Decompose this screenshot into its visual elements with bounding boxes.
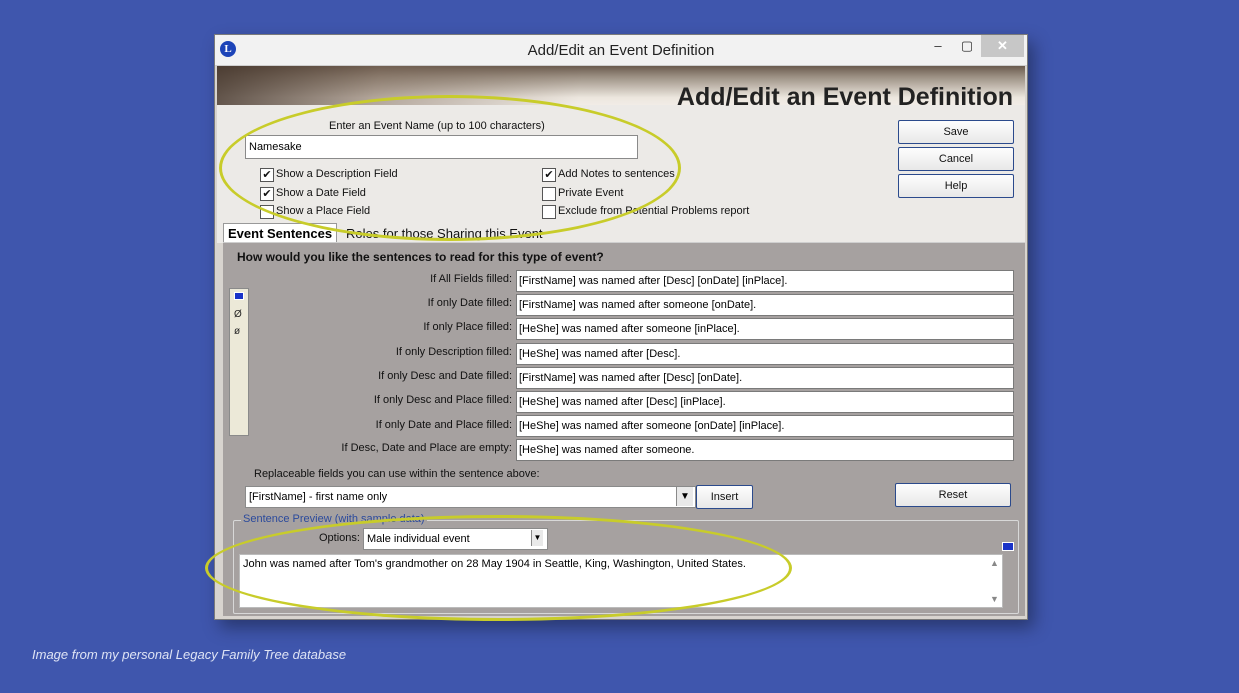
show-date-checkbox[interactable]: ✔ xyxy=(260,187,274,201)
exclude-problems-checkbox[interactable] xyxy=(542,205,556,219)
row-label-place: If only Place filled: xyxy=(423,321,512,333)
add-notes-checkbox[interactable]: ✔ xyxy=(542,168,556,182)
show-place-checkbox[interactable] xyxy=(260,205,274,219)
title-bar: L Add/Edit an Event Definition – ▢ ✕ xyxy=(215,35,1027,66)
insert-button[interactable]: Insert xyxy=(696,485,753,509)
options-label: Options: xyxy=(319,532,360,544)
row-label-desc-date: If only Desc and Date filled: xyxy=(378,370,512,382)
close-button[interactable]: ✕ xyxy=(981,35,1024,57)
small-null-symbol-icon[interactable]: ø xyxy=(234,326,240,337)
window-title: Add/Edit an Event Definition xyxy=(527,42,715,59)
maximize-button[interactable]: ▢ xyxy=(952,35,982,57)
add-notes-label: Add Notes to sentences xyxy=(558,168,675,180)
event-definition-window: L Add/Edit an Event Definition – ▢ ✕ Add… xyxy=(214,34,1028,620)
options-dropdown-icon[interactable]: ▼ xyxy=(531,530,543,546)
show-place-label: Show a Place Field xyxy=(276,205,371,217)
sentence-input-desc-date[interactable]: [FirstName] was named after [Desc] [onDa… xyxy=(516,367,1014,389)
cancel-button[interactable]: Cancel xyxy=(898,147,1014,171)
show-description-label: Show a Description Field xyxy=(276,168,398,180)
null-symbol-icon[interactable]: Ø xyxy=(234,309,242,320)
blue-square-icon[interactable] xyxy=(234,292,244,300)
row-label-description: If only Description filled: xyxy=(395,346,512,358)
sentence-input-empty[interactable]: [HeShe] was named after someone. xyxy=(516,439,1014,461)
row-label-all: If All Fields filled: xyxy=(430,273,512,285)
image-caption: Image from my personal Legacy Family Tre… xyxy=(32,647,347,662)
sentence-preview-text: John was named after Tom's grandmother o… xyxy=(239,554,1003,608)
private-event-checkbox[interactable] xyxy=(542,187,556,201)
row-label-empty: If Desc, Date and Place are empty: xyxy=(341,442,512,454)
preview-toggle-icon[interactable] xyxy=(1002,542,1014,551)
options-select[interactable]: Male individual event xyxy=(363,528,548,550)
event-name-label: Enter an Event Name (up to 100 character… xyxy=(329,120,545,132)
sentence-input-date[interactable]: [FirstName] was named after someone [onD… xyxy=(516,294,1014,316)
private-event-label: Private Event xyxy=(558,187,624,199)
minimize-button[interactable]: – xyxy=(923,35,953,57)
row-label-date: If only Date filled: xyxy=(427,297,512,309)
scroll-down-icon[interactable]: ▼ xyxy=(990,594,999,604)
page-title: Add/Edit an Event Definition xyxy=(676,83,1013,111)
save-button[interactable]: Save xyxy=(898,120,1014,144)
show-description-checkbox[interactable]: ✔ xyxy=(260,168,274,182)
sentence-input-date-place[interactable]: [HeShe] was named after someone [onDate]… xyxy=(516,415,1014,437)
sentence-input-description[interactable]: [HeShe] was named after [Desc]. xyxy=(516,343,1014,365)
sentence-input-place[interactable]: [HeShe] was named after someone [inPlace… xyxy=(516,318,1014,340)
exclude-problems-label: Exclude from Potential Problems report xyxy=(558,205,750,217)
sentences-question: How would you like the sentences to read… xyxy=(237,250,604,264)
sentence-input-desc-place[interactable]: [HeShe] was named after [Desc] [inPlace]… xyxy=(516,391,1014,413)
row-label-date-place: If only Date and Place filled: xyxy=(375,419,512,431)
help-button[interactable]: Help xyxy=(898,174,1014,198)
tab-roles[interactable]: Roles for those Sharing this Event xyxy=(346,225,543,242)
tab-event-sentences[interactable]: Event Sentences xyxy=(223,223,338,243)
reset-button[interactable]: Reset xyxy=(895,483,1011,507)
chevron-down-icon[interactable]: ▼ xyxy=(676,487,693,506)
sentence-preview-legend: Sentence Preview (with sample data) xyxy=(241,513,427,525)
scroll-up-icon[interactable]: ▲ xyxy=(990,558,999,568)
tab-strip xyxy=(217,223,1025,243)
replaceable-fields-select[interactable]: [FirstName] - first name only xyxy=(245,486,696,508)
row-label-desc-place: If only Desc and Place filled: xyxy=(373,394,512,406)
show-date-label: Show a Date Field xyxy=(276,187,366,199)
event-name-input[interactable]: Namesake xyxy=(245,135,638,159)
replaceable-fields-label: Replaceable fields you can use within th… xyxy=(254,468,540,480)
sentence-input-all[interactable]: [FirstName] was named after [Desc] [onDa… xyxy=(516,270,1014,292)
side-toolbar: Ø ø xyxy=(229,288,249,436)
